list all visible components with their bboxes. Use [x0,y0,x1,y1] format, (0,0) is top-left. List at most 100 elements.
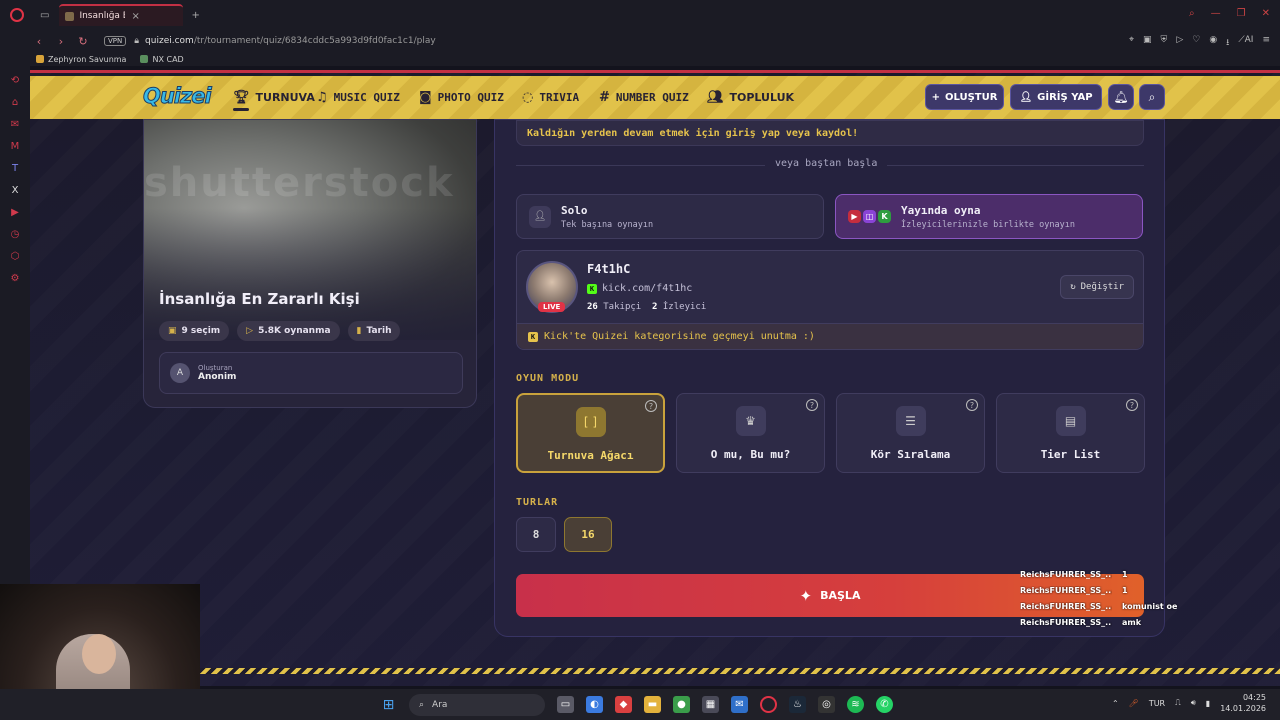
bookmark-zephyron[interactable]: Zephyron Savunma [36,55,126,64]
network-icon[interactable]: ⎍ [1175,698,1181,708]
volume-icon[interactable]: 🔊︎ [1191,698,1196,708]
language-indicator[interactable]: TUR [1149,699,1165,708]
live-mode-button[interactable]: ▶ ◫ K Yayında oyna İzleyicilerinizle birl… [835,194,1143,239]
browser-tab-active[interactable]: İnsanlığa En Zararlı Kişi - T × [59,4,184,26]
chrome-icon[interactable]: ● [673,696,690,713]
notifications-button[interactable]: 🔔︎ [1108,84,1134,110]
sidebar-cube-icon[interactable]: ⬡ [9,251,21,263]
sidebar-m-icon[interactable]: M [9,141,21,153]
login-button[interactable]: 👤︎ GİRİŞ YAP [1010,84,1102,110]
chat-user: ReichsFUHRER_SS_... [1020,585,1112,595]
nav-photo-quiz[interactable]: ◙ PHOTO QUIZ [419,76,504,119]
new-tab-icon[interactable]: + [191,10,199,21]
followers-count: 26 [587,302,598,312]
bookmark-nxcad[interactable]: NX CAD [140,55,184,64]
rounds-option-16[interactable]: 16 [564,517,612,552]
search-button[interactable]: ⌕ [1139,84,1165,110]
profile-avatar[interactable]: ◉ [1209,35,1217,51]
url-field[interactable]: quizei.com/tr/tournament/quiz/6834cddc5a… [145,36,436,46]
sidebar-clock-icon[interactable]: ◷ [9,229,21,241]
task-view-icon[interactable]: ▭ [557,696,574,713]
heart-icon[interactable]: ♡ [1192,35,1200,51]
change-streamer-button[interactable]: ↻ Değiştir [1060,275,1134,299]
app-red-icon[interactable]: ◆ [615,696,632,713]
opera-taskbar-icon[interactable] [760,696,777,713]
player-icon[interactable]: ▷ [1176,35,1183,51]
windows-start-icon[interactable]: ⊞ [380,696,397,713]
mode-o-mu-bu-mu[interactable]: ? ♛ O mu, Bu mu? [676,393,825,473]
mail-icon[interactable]: ✉ [731,696,748,713]
sidebar-teams-icon[interactable]: T [9,163,21,175]
spotify-icon[interactable]: ≋ [847,696,864,713]
tray-chevron-icon[interactable]: ⌃ [1112,699,1119,708]
viewers-count: 2 [652,302,658,312]
tab-list-icon[interactable]: ▭ [40,10,49,21]
nav-number-quiz[interactable]: # NUMBER QUIZ [599,76,689,119]
menu-icon[interactable]: ≡ [1262,35,1270,51]
help-icon[interactable]: ? [645,400,657,412]
kick-category-hint: K Kick'te Quizei kategorisine geçmeyi unu… [517,323,1143,349]
back-icon[interactable]: ‹ [28,35,50,48]
choices-count: 9 seçim [181,326,221,336]
copilot-icon[interactable]: ◐ [586,696,603,713]
search-tabs-icon[interactable]: ⌕ [1189,8,1195,19]
aria-ai-button[interactable]: ⟋AI [1238,35,1253,51]
users-icon: 👥︎ [707,90,724,105]
sidebar-player-icon[interactable]: ▶ [9,207,21,219]
shield-icon[interactable]: ⛨ [1161,35,1168,51]
steam-icon[interactable]: ♨ [789,696,806,713]
sidebar-x-icon[interactable]: X [9,185,21,197]
mode-turnuva-agaci[interactable]: ? [ ] Turnuva Ağacı [516,393,665,473]
webcam-face [82,634,116,674]
nav-turnuva[interactable]: 🏆︎ TURNUVA [233,76,315,119]
pin-icon[interactable]: ⌖ [1129,35,1134,51]
site-logo[interactable]: Quizei [143,84,213,109]
nav-label: NUMBER QUIZ [615,91,689,104]
sidebar-messenger-icon[interactable]: ✉ [9,119,21,131]
streamer-url[interactable]: Kkick.com/f4t1hc [587,283,692,294]
forward-icon[interactable]: › [50,35,72,48]
nav-music-quiz[interactable]: ♫ MUSIC QUIZ [316,76,400,119]
rounds-option-8[interactable]: 8 [516,517,556,552]
kick-icon: K [528,331,538,342]
help-icon[interactable]: ? [966,399,978,411]
whatsapp-icon[interactable]: ✆ [876,696,893,713]
file-explorer-icon[interactable]: ▬ [644,696,661,713]
taskbar-search[interactable]: ⌕ Ara [409,693,545,716]
sidebar-settings-icon[interactable]: ⚙ [9,273,21,285]
login-notice[interactable]: Kaldığın yerden devam etmek için giriş y… [516,120,1144,146]
mode-kor-siralama[interactable]: ? ☰ Kör Sıralama [836,393,985,473]
download-icon[interactable]: ⭳ [1226,35,1229,51]
search-icon: ⌕ [419,699,425,710]
solo-mode-button[interactable]: 👤︎ Solo Tek başına oynayın [516,194,824,239]
lock-icon[interactable]: 🔒︎ [134,36,139,46]
microphone-icon[interactable]: 🎤︎ [1129,699,1139,708]
mode-tier-list[interactable]: ? ▤ Tier List [996,393,1145,473]
nav-trivia[interactable]: ◌ TRIVIA [522,76,579,119]
taskbar-clock[interactable]: 04:25 14.01.2026 [1220,692,1266,714]
help-icon[interactable]: ? [1126,399,1138,411]
nav-topluluk[interactable]: 👥︎ TOPLULUK [707,76,794,119]
category-chip[interactable]: ▮ Tarih [347,321,401,341]
site-navbar: Quizei 🏆︎ TURNUVA ♫ MUSIC QUIZ ◙ PHOTO QUIZ… [30,76,1280,119]
battery-icon[interactable]: ▮ [1206,699,1210,708]
tab-close-icon[interactable]: × [131,11,177,22]
platform-icons: ▶ ◫ K [848,210,891,223]
reload-icon[interactable]: ↻ [72,35,94,48]
plus-icon: + [931,91,940,103]
store-icon[interactable]: ▦ [702,696,719,713]
create-button[interactable]: + OLUŞTUR [925,84,1004,110]
creator-box[interactable]: A Oluşturan Anonim [159,352,463,394]
help-icon[interactable]: ? [806,399,818,411]
sidebar-history-icon[interactable]: ⟲ [9,75,21,87]
vpn-badge[interactable]: VPN [104,36,127,46]
close-window-icon[interactable]: ✕ [1262,8,1270,19]
obs-icon[interactable]: ◎ [818,696,835,713]
sidebar-bag-icon[interactable]: ⌂ [9,97,21,109]
opera-menu-icon[interactable] [10,8,24,22]
plays-chip: ▷ 5.8K oynanma [237,321,340,341]
snapshot-icon[interactable]: ▣ [1143,35,1152,51]
minimize-icon[interactable]: — [1211,8,1221,19]
maximize-icon[interactable]: ❐ [1237,8,1246,19]
kick-icon: K [878,210,891,223]
